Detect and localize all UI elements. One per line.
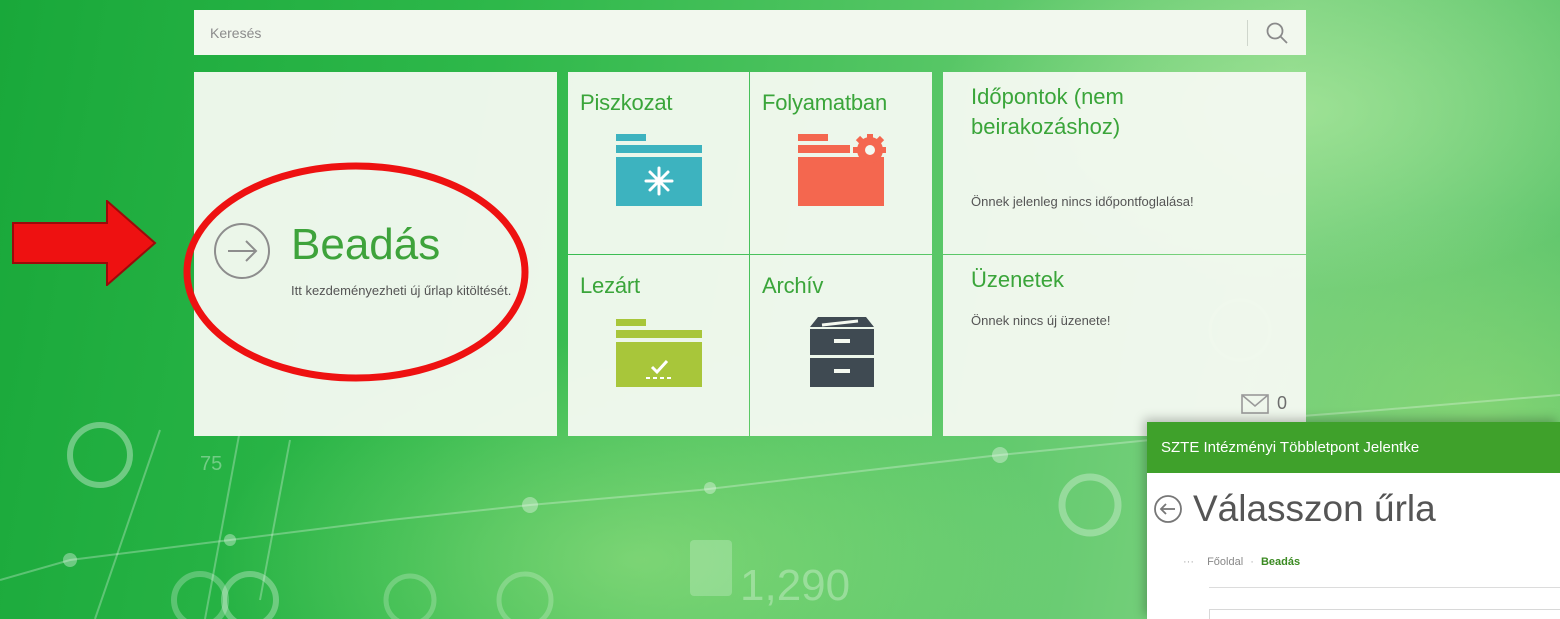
folder-check-icon	[616, 319, 702, 387]
arrow-circle-right-icon	[214, 223, 270, 279]
tile-idopontok-text: Önnek jelenleg nincs időpontfoglalása!	[971, 194, 1194, 209]
beadas-title: Beadás	[291, 220, 441, 269]
background-number-1290: 1,290	[740, 561, 850, 610]
tile-uzenetek-text: Önnek nincs új üzenete!	[971, 313, 1111, 328]
tile-lezart[interactable]: Lezárt	[568, 255, 749, 436]
message-count: 0	[1277, 393, 1288, 413]
back-button[interactable]	[1153, 494, 1183, 524]
search-input[interactable]	[194, 10, 1247, 55]
message-counter: 0	[1241, 393, 1287, 414]
annotation-arrow-icon	[12, 200, 157, 286]
folder-gear-icon	[798, 134, 886, 206]
tile-idopontok-title: Időpontok (nem beirakozáshoz)	[971, 84, 1124, 139]
overlay-content-box	[1209, 609, 1560, 619]
tile-beadas[interactable]: Beadás Itt kezdeményezheti új űrlap kitö…	[194, 72, 557, 436]
envelope-icon	[1241, 393, 1269, 414]
folder-star-icon	[616, 134, 702, 206]
tile-archiv[interactable]: Archív	[750, 255, 932, 436]
background-number-75: 75	[200, 453, 222, 475]
breadcrumb-dots[interactable]: ···	[1183, 556, 1194, 568]
divider	[1209, 587, 1560, 588]
beadas-description: Itt kezdeményezheti új űrlap kitöltését.	[291, 283, 512, 298]
tile-uzenetek-title: Üzenetek	[971, 267, 1064, 292]
archive-cabinet-icon	[810, 317, 874, 387]
tile-folyamatban-label: Folyamatban	[762, 90, 887, 115]
tile-piszkozat[interactable]: Piszkozat	[568, 72, 749, 254]
breadcrumb-separator: ·	[1250, 556, 1254, 568]
overlay-page-title: Válasszon űrla	[1153, 488, 1436, 530]
overlay-window: SZTE Intézményi Többletpont Jelentke Vál…	[1147, 422, 1560, 619]
tile-folyamatban[interactable]: Folyamatban	[750, 72, 932, 254]
tile-lezart-label: Lezárt	[580, 273, 640, 298]
search-button[interactable]	[1248, 10, 1306, 55]
breadcrumb-home[interactable]: Főoldal	[1207, 556, 1243, 568]
overlay-title-text: Válasszon űrla	[1193, 488, 1436, 529]
search-bar	[194, 10, 1306, 55]
arrow-circle-left-icon	[1154, 495, 1182, 523]
breadcrumb: ··· Főoldal · Beadás	[1183, 556, 1300, 568]
overlay-header: SZTE Intézményi Többletpont Jelentke	[1147, 422, 1560, 473]
tile-uzenetek[interactable]: Üzenetek Önnek nincs új üzenete! 0	[943, 255, 1306, 436]
search-icon	[1266, 22, 1288, 44]
breadcrumb-current: Beadás	[1260, 556, 1301, 568]
tile-archiv-label: Archív	[762, 273, 824, 298]
tile-piszkozat-label: Piszkozat	[580, 90, 673, 115]
tile-idopontok[interactable]: Időpontok (nem beirakozáshoz) Önnek jele…	[943, 72, 1306, 254]
